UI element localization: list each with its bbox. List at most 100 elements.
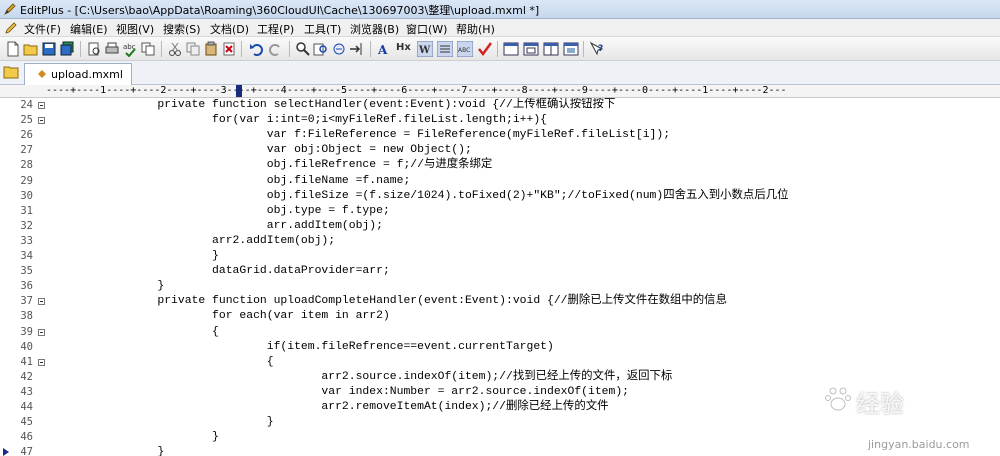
- menu-view[interactable]: 视图(V): [116, 21, 154, 37]
- code-line[interactable]: 31 obj.type = f.type;: [0, 204, 1000, 219]
- code-line[interactable]: 38 for each(var item in arr2): [0, 309, 1000, 324]
- code-text[interactable]: if(item.fileRefrence==event.currentTarge…: [48, 340, 554, 355]
- fold-toggle-icon[interactable]: [38, 102, 45, 109]
- window-split-icon[interactable]: [543, 41, 559, 57]
- menu-file[interactable]: 文件(F): [24, 21, 61, 37]
- menu-project[interactable]: 工程(P): [257, 21, 294, 37]
- paste-icon[interactable]: [203, 41, 219, 57]
- fold-toggle-icon[interactable]: [38, 298, 45, 306]
- menu-tools[interactable]: 工具(T): [304, 21, 341, 37]
- menu-help[interactable]: 帮助(H): [456, 21, 495, 37]
- code-text[interactable]: dataGrid.dataProvider=arr;: [48, 264, 390, 279]
- copy-icon[interactable]: [140, 41, 156, 57]
- code-text[interactable]: obj.fileSize =(f.size/1024).toFixed(2)+"…: [48, 189, 789, 204]
- code-line[interactable]: 32 arr.addItem(obj);: [0, 219, 1000, 234]
- code-text[interactable]: obj.fileName =f.name;: [48, 174, 411, 189]
- fold-toggle-icon[interactable]: [38, 117, 45, 125]
- code-line[interactable]: 33 arr2.addItem(obj);: [0, 234, 1000, 249]
- code-text[interactable]: arr2.removeItemAt(index);//删除已经上传的文件: [48, 400, 608, 415]
- delete-icon[interactable]: [221, 41, 237, 57]
- spell-check-icon[interactable]: abc: [122, 41, 138, 57]
- column-icon[interactable]: ABC: [457, 41, 473, 57]
- code-line[interactable]: 45 }: [0, 415, 1000, 430]
- svg-text:A: A: [377, 43, 388, 57]
- fold-toggle-icon[interactable]: [38, 358, 45, 366]
- bold-a-icon[interactable]: A: [376, 41, 392, 57]
- window-cascade-icon[interactable]: [523, 41, 539, 57]
- menu-search[interactable]: 搜索(S): [163, 21, 201, 37]
- copy-icon[interactable]: [185, 41, 201, 57]
- find-icon[interactable]: [295, 41, 311, 57]
- code-line[interactable]: 39 {: [0, 325, 1000, 340]
- line-number: 42: [20, 370, 33, 383]
- code-line[interactable]: 24 private function selectHandler(event:…: [0, 98, 1000, 113]
- save-all-icon[interactable]: [59, 41, 75, 57]
- code-text[interactable]: for each(var item in arr2): [48, 309, 390, 324]
- code-text[interactable]: private function uploadCompleteHandler(e…: [48, 294, 727, 309]
- svg-text:ABC: ABC: [458, 47, 470, 54]
- code-text[interactable]: }: [48, 249, 219, 264]
- code-line[interactable]: 35 dataGrid.dataProvider=arr;: [0, 264, 1000, 279]
- code-line[interactable]: 25 for(var i:int=0;i<myFileRef.fileList.…: [0, 113, 1000, 128]
- code-line[interactable]: 41 {: [0, 355, 1000, 370]
- redo-icon[interactable]: [267, 41, 283, 57]
- menu-document[interactable]: 文档(D): [210, 21, 249, 37]
- print-preview-icon[interactable]: [86, 41, 102, 57]
- save-icon[interactable]: [41, 41, 57, 57]
- open-folder-icon[interactable]: [23, 41, 39, 57]
- current-line-marker-icon: [3, 448, 9, 456]
- code-text[interactable]: arr2.source.indexOf(item);//找到已经上传的文件，返回…: [48, 370, 672, 385]
- code-line[interactable]: 30 obj.fileSize =(f.size/1024).toFixed(2…: [0, 189, 1000, 204]
- code-line[interactable]: 27 var obj:Object = new Object();: [0, 143, 1000, 158]
- menu-window[interactable]: 窗口(W): [406, 21, 447, 37]
- code-text[interactable]: }: [48, 415, 274, 430]
- help-icon[interactable]: ?: [589, 41, 605, 57]
- tab-upload-mxml[interactable]: upload.mxml: [24, 63, 132, 85]
- code-line[interactable]: 36 }: [0, 279, 1000, 294]
- tab-label: upload.mxml: [51, 68, 123, 81]
- code-text[interactable]: for(var i:int=0;i<myFileRef.fileList.len…: [48, 113, 547, 128]
- code-line[interactable]: 29 obj.fileName =f.name;: [0, 174, 1000, 189]
- hx-icon[interactable]: Hx: [396, 42, 412, 58]
- undo-icon[interactable]: [249, 41, 265, 57]
- code-line[interactable]: 46 }: [0, 430, 1000, 445]
- code-text[interactable]: {: [48, 355, 274, 370]
- code-text[interactable]: var obj:Object = new Object();: [48, 143, 472, 158]
- code-line[interactable]: 40 if(item.fileRefrence==event.currentTa…: [0, 340, 1000, 355]
- find-in-files-icon[interactable]: [313, 41, 329, 57]
- editplus-app-icon[interactable]: [3, 2, 17, 16]
- folder-icon[interactable]: [3, 65, 19, 79]
- menu-edit[interactable]: 编辑(E): [70, 21, 108, 37]
- fold-toggle-icon[interactable]: [38, 328, 45, 336]
- code-line[interactable]: 47 }: [0, 445, 1000, 456]
- new-file-icon[interactable]: [5, 41, 21, 57]
- code-text[interactable]: }: [48, 279, 164, 294]
- code-text[interactable]: {: [48, 325, 219, 340]
- word-wrap-icon[interactable]: W: [417, 41, 433, 57]
- code-line[interactable]: 26 var f:FileReference = FileReference(m…: [0, 128, 1000, 143]
- code-text[interactable]: }: [48, 445, 164, 456]
- check-icon[interactable]: [477, 41, 493, 57]
- goto-icon[interactable]: [349, 41, 365, 57]
- line-number: 40: [20, 340, 33, 353]
- code-text[interactable]: private function selectHandler(event:Eve…: [48, 98, 615, 113]
- code-line[interactable]: 42 arr2.source.indexOf(item);//找到已经上传的文件…: [0, 370, 1000, 385]
- code-text[interactable]: obj.fileRefrence = f;//与进度条绑定: [48, 158, 493, 173]
- code-text[interactable]: arr.addItem(obj);: [48, 219, 383, 234]
- line-number: 43: [20, 385, 33, 398]
- window-tile-icon[interactable]: [503, 41, 519, 57]
- code-line[interactable]: 34 }: [0, 249, 1000, 264]
- line-number-icon[interactable]: [437, 41, 453, 57]
- window-full-icon[interactable]: [563, 41, 579, 57]
- menu-browser[interactable]: 浏览器(B): [350, 21, 399, 37]
- code-text[interactable]: arr2.addItem(obj);: [48, 234, 335, 249]
- code-text[interactable]: obj.type = f.type;: [48, 204, 390, 219]
- code-line[interactable]: 37 private function uploadCompleteHandle…: [0, 294, 1000, 309]
- code-line[interactable]: 28 obj.fileRefrence = f;//与进度条绑定: [0, 158, 1000, 173]
- print-icon[interactable]: [104, 41, 120, 57]
- code-text[interactable]: }: [48, 430, 219, 445]
- code-text[interactable]: var index:Number = arr2.source.indexOf(i…: [48, 385, 629, 400]
- replace-icon[interactable]: [331, 41, 347, 57]
- cut-icon[interactable]: [167, 41, 183, 57]
- code-text[interactable]: var f:FileReference = FileReference(myFi…: [48, 128, 670, 143]
